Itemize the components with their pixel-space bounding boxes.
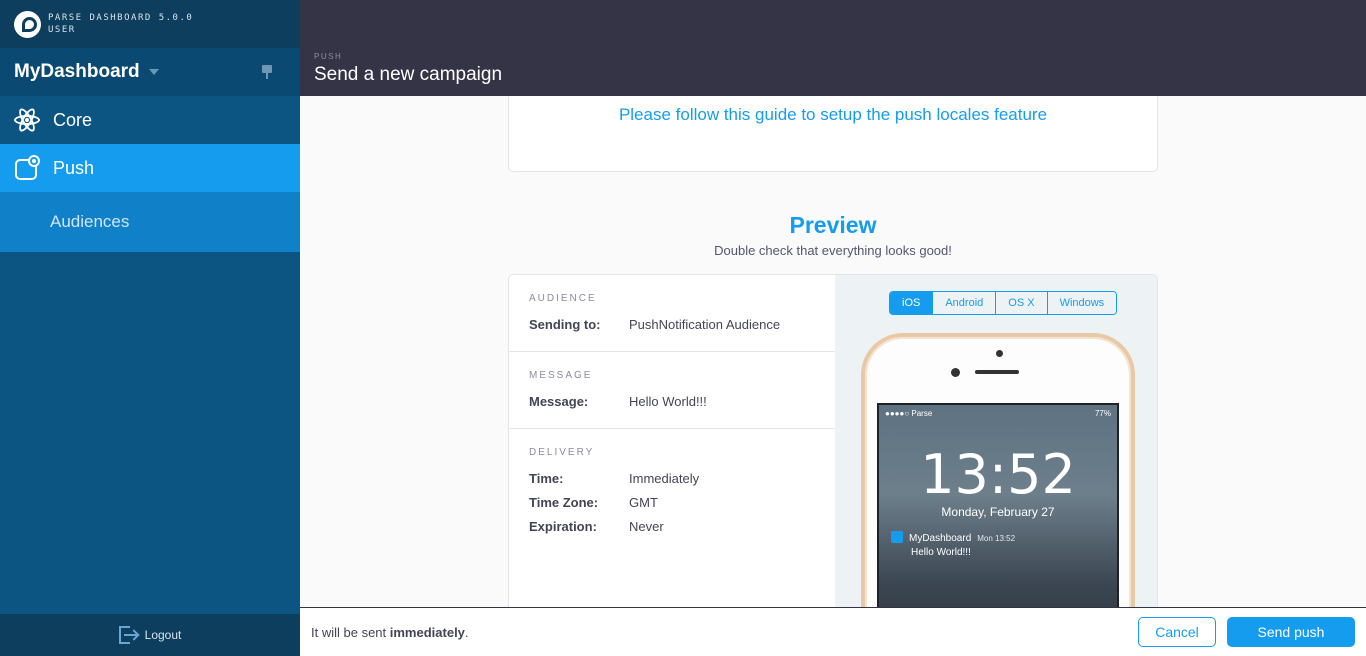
atom-icon (14, 106, 40, 134)
battery-label: 77% (1094, 409, 1111, 418)
detail-row: Time Zone: GMT (529, 490, 815, 514)
send-note: It will be sent immediately. (311, 625, 469, 640)
send-note-bold: immediately (389, 625, 465, 640)
page-header: PUSH Send a new campaign (300, 0, 1366, 96)
brand-text: PARSE DASHBOARD 5.0.0 USER (48, 12, 193, 36)
tab-osx[interactable]: OS X (995, 292, 1047, 314)
tab-windows[interactable]: Windows (1046, 292, 1117, 314)
locales-card: Please follow this guide to setup the pu… (508, 96, 1158, 172)
tab-ios[interactable]: iOS (890, 292, 933, 314)
notification-time: Mon 13:52 (977, 534, 1016, 543)
brand-bar: PARSE DASHBOARD 5.0.0 USER (0, 0, 300, 48)
lockscreen-clock: 13:52 (920, 443, 1076, 506)
phone-speaker (975, 370, 1019, 374)
sidebar-subitem-label: Audiences (50, 212, 130, 231)
section-label: PUSH (314, 52, 343, 61)
detail-value: Immediately (629, 470, 700, 486)
detail-key: Sending to: (529, 316, 601, 332)
message-section: MESSAGE Message: Hello World!!! (509, 352, 835, 429)
notification-app: MyDashboard (909, 533, 972, 544)
preview-title: Preview (789, 212, 877, 238)
tab-android[interactable]: Android (932, 292, 996, 314)
preview-details: AUDIENCE Sending to: PushNotification Au… (509, 275, 835, 607)
detail-key: Message: (529, 393, 589, 409)
platform-tabs: iOS Android OS X Windows (889, 291, 1118, 315)
detail-row: Sending to: PushNotification Audience (529, 312, 815, 336)
detail-key: Expiration: (529, 518, 597, 534)
sidebar-item-label: Push (53, 157, 95, 178)
audience-section: AUDIENCE Sending to: PushNotification Au… (509, 275, 835, 352)
detail-key: Time Zone: (529, 494, 599, 510)
app-switcher[interactable]: MyDashboard (0, 48, 300, 96)
sidebar-item-core[interactable]: Core (0, 96, 300, 144)
push-notification-icon (14, 155, 40, 181)
section-heading: MESSAGE (529, 370, 593, 381)
main-content: Please follow this guide to setup the pu… (300, 96, 1366, 607)
detail-value: PushNotification Audience (629, 316, 781, 332)
app-icon (891, 531, 903, 543)
send-push-button[interactable]: Send push (1227, 617, 1355, 647)
notification: MyDashboard Mon 13:52 Hello World!!! (891, 531, 1111, 558)
detail-row: Time: Immediately (529, 466, 815, 490)
brand-version: PARSE DASHBOARD 5.0.0 (48, 13, 194, 23)
carrier-label: ●●●●○ Parse (885, 409, 933, 418)
sidebar: PARSE DASHBOARD 5.0.0 USER MyDashboard C… (0, 0, 300, 656)
app-name: MyDashboard (14, 61, 140, 82)
footer-bar: It will be sent immediately. Cancel Send… (300, 607, 1366, 656)
phone-statusbar: ●●●●○ Parse 77% (885, 409, 1111, 418)
logout-label: Logout (144, 628, 182, 642)
sidebar-item-push[interactable]: Push (0, 144, 300, 192)
phone-lens (951, 368, 960, 377)
detail-value: Never (629, 518, 664, 534)
phone-mockup: ●●●●○ Parse 77% 13:52 Monday, February 2… (861, 333, 1135, 607)
device-preview-pane: iOS Android OS X Windows ●●●●○ Parse 77%… (835, 275, 1157, 607)
send-note-prefix: It will be sent (311, 625, 390, 640)
delivery-section: DELIVERY Time: Immediately Time Zone: GM… (509, 429, 835, 607)
section-heading: DELIVERY (529, 447, 595, 458)
detail-row: Expiration: Never (529, 514, 815, 538)
logout-button[interactable]: Logout (0, 614, 300, 656)
phone-screen: ●●●●○ Parse 77% 13:52 Monday, February 2… (877, 403, 1119, 607)
notification-message: Hello World!!! (911, 547, 971, 558)
logout-icon (118, 626, 139, 644)
detail-value: GMT (629, 494, 658, 510)
preview-card: AUDIENCE Sending to: PushNotification Au… (508, 274, 1158, 607)
sidebar-item-label: Core (53, 109, 93, 130)
detail-value: Hello World!!! (629, 393, 707, 409)
detail-key: Time: (529, 470, 564, 486)
brand-user: USER (48, 25, 76, 35)
page-title: Send a new campaign (314, 64, 503, 85)
section-heading: AUDIENCE (529, 293, 597, 304)
send-note-suffix: . (464, 625, 469, 640)
lockscreen-date: Monday, February 27 (941, 505, 1055, 519)
pin-icon[interactable] (262, 65, 272, 79)
cancel-button[interactable]: Cancel (1138, 617, 1216, 647)
chevron-down-icon (148, 69, 159, 75)
preview-subtitle: Double check that everything looks good! (714, 243, 952, 258)
detail-row: Message: Hello World!!! (529, 389, 815, 413)
phone-camera (996, 350, 1003, 357)
sidebar-subitem-audiences[interactable]: Audiences (0, 192, 300, 252)
locales-guide-link[interactable]: Please follow this guide to setup the pu… (509, 105, 1157, 125)
parse-logo-icon (14, 10, 41, 38)
